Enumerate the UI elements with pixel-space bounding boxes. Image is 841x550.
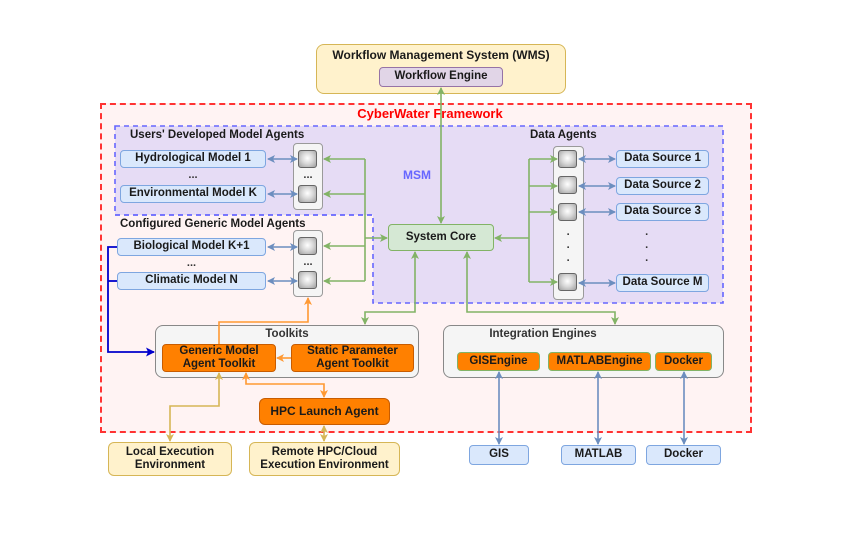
model-agent-icon[interactable]: [298, 185, 317, 203]
system-core-box[interactable]: System Core: [388, 224, 494, 251]
vertical-dot: ·: [566, 241, 571, 254]
hydrological-model-box[interactable]: Hydrological Model 1: [120, 150, 266, 168]
static-parameter-agent-toolkit[interactable]: Static Parameter Agent Toolkit: [291, 344, 414, 372]
vertical-dot: ·: [566, 228, 571, 241]
data-agent-icon[interactable]: [558, 176, 577, 194]
vertical-dot: ·: [645, 254, 649, 267]
data-agent-icon[interactable]: [558, 150, 577, 168]
agent-ellipsis: ...: [303, 255, 313, 268]
data-source-box[interactable]: Data Source M: [616, 274, 709, 292]
model-agent-icon[interactable]: [298, 150, 317, 168]
vertical-dot: ·: [566, 254, 571, 267]
gis-engine-box[interactable]: GISEngine: [457, 352, 540, 371]
local-execution-environment-box[interactable]: Local Execution Environment: [108, 442, 232, 476]
data-agent-icon[interactable]: [558, 273, 577, 291]
docker-engine-box[interactable]: Docker: [655, 352, 712, 371]
gis-box[interactable]: GIS: [469, 445, 529, 465]
framework-title: CyberWater Framework: [357, 105, 503, 121]
agent-ellipsis: ...: [303, 168, 313, 181]
environmental-model-box[interactable]: Environmental Model K: [120, 185, 266, 203]
data-source-box[interactable]: Data Source 2: [616, 177, 709, 195]
biological-model-box[interactable]: Biological Model K+1: [117, 238, 266, 256]
remote-execution-environment-box[interactable]: Remote HPC/Cloud Execution Environment: [249, 442, 400, 476]
model-agent-icon[interactable]: [298, 271, 317, 289]
generic-model-agent-toolkit[interactable]: Generic Model Agent Toolkit: [162, 344, 276, 372]
model-ellipsis: ...: [186, 256, 197, 269]
matlab-engine-box[interactable]: MATLABEngine: [548, 352, 651, 371]
data-agents-title: Data Agents: [530, 129, 597, 142]
docker-box[interactable]: Docker: [646, 445, 721, 465]
toolkits-title: Toolkits: [265, 328, 309, 341]
data-source-box[interactable]: Data Source 3: [616, 203, 709, 221]
climatic-model-box[interactable]: Climatic Model N: [117, 272, 266, 290]
integration-engines-title: Integration Engines: [489, 328, 597, 341]
matlab-box[interactable]: MATLAB: [561, 445, 636, 465]
data-agent-icon[interactable]: [558, 203, 577, 221]
users-developed-title: Users' Developed Model Agents: [130, 129, 305, 142]
model-agent-icon[interactable]: [298, 237, 317, 255]
msm-label: MSM: [403, 168, 431, 183]
hpc-launch-agent-box[interactable]: HPC Launch Agent: [259, 398, 390, 425]
model-ellipsis: ...: [188, 168, 198, 181]
data-source-box[interactable]: Data Source 1: [616, 150, 709, 168]
vertical-dot: ·: [645, 241, 649, 254]
vertical-dot: ·: [645, 228, 649, 241]
